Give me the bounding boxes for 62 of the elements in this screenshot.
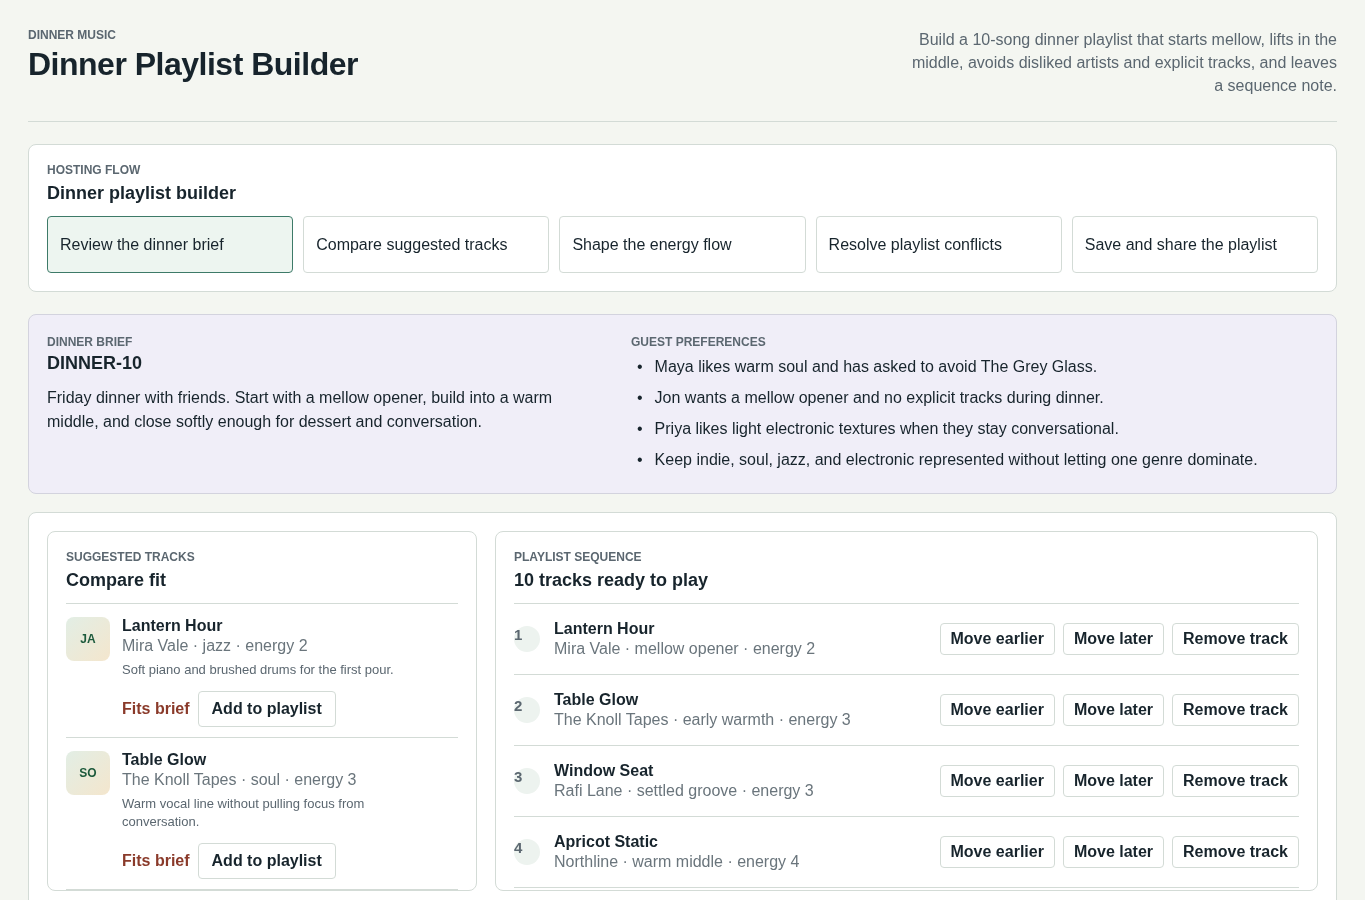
track-title: Lantern Hour xyxy=(122,617,224,635)
eyebrow-label: DINNER MUSIC xyxy=(28,28,117,42)
add-button[interactable]: Add to playlist xyxy=(197,843,336,879)
step-tab[interactable]: Shape the energy flow xyxy=(559,216,806,273)
add-button[interactable]: Add to playlist xyxy=(197,691,336,727)
track-action-button[interactable]: Move earlier xyxy=(939,694,1055,726)
bullet-mark: • xyxy=(637,357,643,377)
track-meta: Northline · warm middle · energy 4 xyxy=(554,853,801,871)
track-meta: Mira Vale · jazz · energy 2 xyxy=(122,637,309,655)
eyebrow-label: HOSTING FLOW xyxy=(47,163,142,177)
track-action-button[interactable]: Move earlier xyxy=(939,765,1055,797)
eyebrow-label: DINNER BRIEF xyxy=(47,335,134,349)
panel-title: Compare fit xyxy=(66,570,167,591)
track-action-button[interactable]: Move later xyxy=(1062,623,1165,655)
track-number: 2 xyxy=(514,697,540,723)
track-note: Warm vocal line without pulling focus from conversation. xyxy=(122,795,366,831)
bullet-mark: • xyxy=(637,388,643,408)
track-number: 1 xyxy=(514,626,540,652)
track-title: Lantern Hour xyxy=(554,620,656,638)
eyebrow-label: SUGGESTED TRACKS xyxy=(66,550,196,564)
page-title: Dinner Playlist Builder xyxy=(28,46,358,83)
brief-text: Friday dinner with friends. Start with a mellow opener, build into a warm middle, and close softly enough for dessert and conversation. xyxy=(47,388,554,432)
preference-item: Priya likes light electronic textures when they stay conversational. xyxy=(654,419,1119,439)
track-action-button[interactable]: Move later xyxy=(1062,836,1165,868)
track-title: Window Seat xyxy=(554,762,655,780)
eyebrow-label: GUEST PREFERENCES xyxy=(631,335,767,349)
genre-tile: SO xyxy=(66,751,110,795)
track-action-button[interactable]: Remove track xyxy=(1172,623,1299,655)
track-meta: The Knoll Tapes · early warmth · energy 3 xyxy=(554,711,852,729)
track-action-button[interactable]: Remove track xyxy=(1172,836,1299,868)
card-title: Dinner playlist builder xyxy=(47,183,238,204)
bullet-mark: • xyxy=(637,450,643,470)
track-title: Table Glow xyxy=(122,751,208,769)
track-title: Table Glow xyxy=(554,691,640,709)
step-tab[interactable]: Resolve playlist conflicts xyxy=(815,216,1062,273)
step-tab[interactable]: Save and share the playlist xyxy=(1071,216,1318,273)
brief-code: DINNER-10 xyxy=(47,353,144,374)
preference-item: Keep indie, soul, jazz, and electronic represented without letting one genre dominate. xyxy=(654,450,1258,470)
step-tab[interactable]: Review the dinner brief xyxy=(47,216,294,273)
bullet-mark: • xyxy=(637,419,643,439)
track-meta: Rafi Lane · settled groove · energy 3 xyxy=(554,782,815,800)
fit-status: Fits brief xyxy=(122,852,190,870)
track-meta: Mira Vale · mellow opener · energy 2 xyxy=(554,640,817,658)
track-number: 4 xyxy=(514,839,540,865)
preference-item: Jon wants a mellow opener and no explicit tracks during dinner. xyxy=(654,388,1104,408)
track-action-button[interactable]: Remove track xyxy=(1172,765,1299,797)
track-number: 3 xyxy=(514,768,540,794)
track-action-button[interactable]: Move later xyxy=(1062,694,1165,726)
preference-item: Maya likes warm soul and has asked to avoid The Grey Glass. xyxy=(654,357,1098,377)
step-tab[interactable]: Compare suggested tracks xyxy=(303,216,550,273)
eyebrow-label: PLAYLIST SEQUENCE xyxy=(514,550,643,564)
fit-status: Fits brief xyxy=(122,700,190,718)
track-note: Soft piano and brushed drums for the first pour. xyxy=(122,661,394,679)
page-description: Build a 10-song dinner playlist that starts mellow, lifts in the middle, avoids disliked artists and explicit tracks, and leaves a sequence note. xyxy=(910,30,1337,96)
panel-title: 10 tracks ready to play xyxy=(514,570,710,591)
genre-tile: JA xyxy=(66,617,110,661)
track-meta: The Knoll Tapes · soul · energy 3 xyxy=(122,771,358,789)
track-action-button[interactable]: Move earlier xyxy=(939,836,1055,868)
track-action-button[interactable]: Move earlier xyxy=(939,623,1055,655)
track-action-button[interactable]: Move later xyxy=(1062,765,1165,797)
track-action-button[interactable]: Remove track xyxy=(1172,694,1299,726)
track-title: Apricot Static xyxy=(554,833,659,851)
